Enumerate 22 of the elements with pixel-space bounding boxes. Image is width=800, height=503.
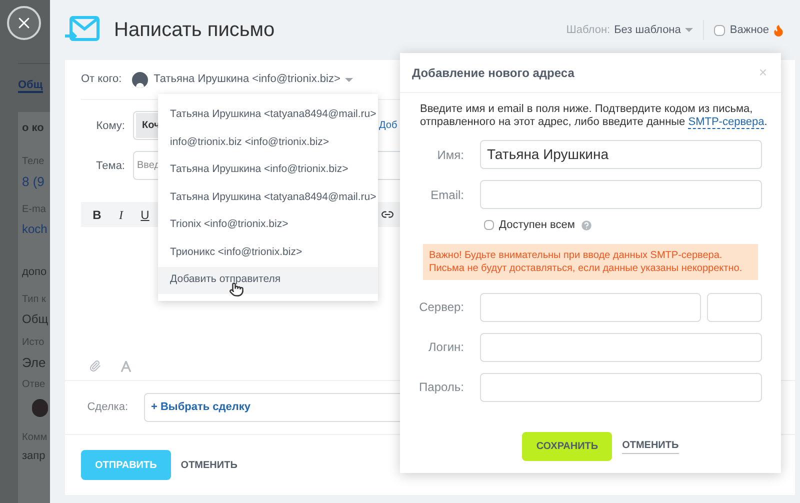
section-title: о ко — [22, 121, 45, 136]
field-label: Кому: — [96, 120, 125, 132]
field-label: Сервер: — [419, 300, 464, 314]
checkbox-label: Доступен всем — [499, 218, 575, 233]
checkbox-label: Важное — [730, 22, 769, 38]
panel-title: Написать письмо — [114, 18, 275, 43]
field-label: Логин: — [428, 340, 464, 354]
field-value: Эле — [22, 354, 47, 372]
field-label: Пароль: — [419, 380, 464, 394]
intro-text: Введите имя и email в поля ниже. Подтвердите кодом из письма, отправленного на этот адрес, либо введите данные SMTP-сервера. — [420, 103, 768, 129]
field-value: запр — [22, 449, 46, 464]
dialog-title: Добавление нового адреса — [412, 64, 574, 82]
field-label: Email: — [430, 188, 464, 202]
field-label: От кого: — [81, 72, 122, 88]
field-label: Имя: — [437, 148, 464, 162]
field-label: Шаблон: — [566, 22, 610, 38]
field-label: Сделка: — [86, 400, 128, 416]
field-value: Общ — [22, 310, 50, 328]
section-title: допо — [22, 265, 48, 280]
field-label: Тема: — [96, 160, 125, 172]
warning-text: Важно! Будьте внимательны при вводе данных SMTP-сервера. — [429, 248, 724, 262]
warning-text: Письма не будут доставляться, если данные указаны некорректно. — [429, 262, 744, 274]
